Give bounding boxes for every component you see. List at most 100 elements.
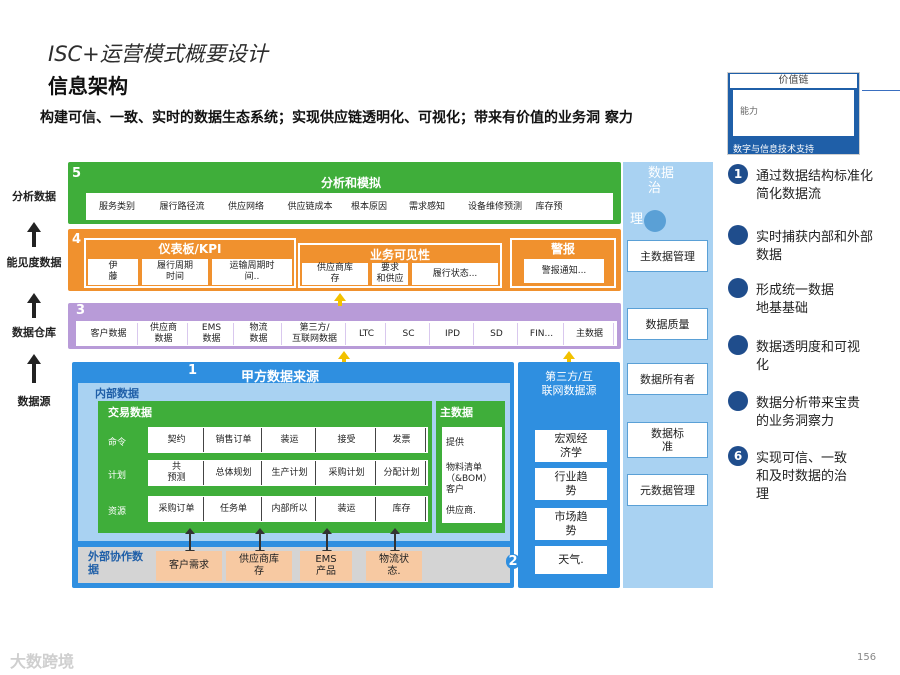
third-party-source: 行业趋 势 xyxy=(535,468,607,500)
thumbnail-inner-label: 能力 xyxy=(740,107,759,117)
benefit-number-badge xyxy=(728,278,748,298)
analysis-cell: 供应链成本 xyxy=(287,201,333,212)
internal-data-label: 内部数据 xyxy=(95,387,139,400)
data-cell: 共 预测 xyxy=(150,461,204,485)
data-cell: 任务单 xyxy=(206,497,262,521)
layer-number: 2 xyxy=(506,554,520,569)
visibility-cell: 要求 和供应 xyxy=(372,263,408,285)
external-data-item: EMS 产品 xyxy=(300,551,352,581)
side-label-source: 数据源 xyxy=(17,395,51,408)
data-cell: 总体规划 xyxy=(206,461,262,485)
alert-cell: 警报通知... xyxy=(524,259,604,283)
benefit-text: 数据分析带来宝贵 的业务洞察力 xyxy=(756,396,861,429)
governance-title-2: 理 xyxy=(630,212,644,227)
master-data-item: 供应商. xyxy=(444,502,500,520)
warehouse-cell: EMS 数据 xyxy=(190,323,234,345)
data-cell: 生产计划 xyxy=(264,461,316,485)
super-title: ISC+运营模式概要设计 xyxy=(48,42,268,66)
master-data-label: 主数据 xyxy=(440,406,473,419)
analysis-cell: 设备维修预测 xyxy=(467,201,522,212)
up-arrow-icon xyxy=(334,293,346,301)
bidirectional-arrow-icon xyxy=(185,528,195,556)
data-cell: 采购订单 xyxy=(150,497,204,521)
bidirectional-arrow-icon xyxy=(255,528,265,556)
benefit-number-badge xyxy=(728,335,748,355)
trade-data-label: 交易数据 xyxy=(108,406,152,419)
governance-dot xyxy=(644,210,666,232)
layer-title: 第三方/互 联网数据源 xyxy=(541,370,597,397)
warehouse-cell: 客户数据 xyxy=(80,323,138,345)
row-label: 计划 xyxy=(108,471,127,481)
thumbnail-divider xyxy=(862,90,900,91)
data-cell: 采购计划 xyxy=(318,461,376,485)
warehouse-cell: 物流 数据 xyxy=(236,323,282,345)
row-label: 命令 xyxy=(108,438,127,448)
external-data-item: 物流状 态. xyxy=(366,551,422,581)
master-data-item: 提供 xyxy=(444,432,500,454)
warehouse-cell: IPD xyxy=(432,323,474,345)
data-cell: 库存 xyxy=(378,497,426,521)
analysis-cell: 履行路径流 xyxy=(159,201,205,212)
layer-title: 分析和模拟 xyxy=(320,176,381,190)
layer-number: 4 xyxy=(72,232,82,247)
analysis-cell: 供应网络 xyxy=(227,201,264,212)
governance-item: 数据质量 xyxy=(627,308,708,340)
master-data-item: 物料清单 （&BOM） 客户 xyxy=(444,458,500,500)
brand-logo: 大数跨境 xyxy=(10,652,75,671)
warehouse-cell: 主数据 xyxy=(566,323,614,345)
warehouse-cell: LTC xyxy=(348,323,386,345)
visibility-title: 业务可见性 xyxy=(369,248,430,262)
kpi-title: 仪表板/KPI xyxy=(158,242,222,256)
analysis-cell: 库存预 xyxy=(535,201,563,212)
data-cell: 接受 xyxy=(318,428,376,452)
external-data-item: 供应商库 存 xyxy=(226,551,292,581)
analysis-cell: 需求感知 xyxy=(408,201,445,212)
page-title: 信息架构 xyxy=(48,74,128,98)
up-arrow-icon xyxy=(27,354,41,383)
benefit-text: 实时捕获内部和外部 数据 xyxy=(756,230,874,263)
warehouse-cell: 供应商 数据 xyxy=(140,323,188,345)
warehouse-cell: SC xyxy=(388,323,430,345)
data-cell: 发票 xyxy=(378,428,426,452)
data-cell: 装运 xyxy=(264,428,316,452)
layer-number: 5 xyxy=(72,166,82,181)
data-cell: 分配计划 xyxy=(378,461,426,485)
data-cell: 契约 xyxy=(150,428,204,452)
bidirectional-arrow-icon xyxy=(390,528,400,556)
up-arrow-icon xyxy=(563,351,575,359)
external-data-item: 客户需求 xyxy=(156,551,222,581)
kpi-cell: 运输周期时 间.. xyxy=(212,259,292,285)
governance-item: 元数据管理 xyxy=(627,474,708,506)
data-cell: 销售订单 xyxy=(206,428,262,452)
third-party-source: 市场趋 势 xyxy=(535,508,607,540)
bidirectional-arrow-icon xyxy=(322,528,332,556)
warehouse-cell: FIN... xyxy=(520,323,564,345)
data-cell: 内部所以 xyxy=(264,497,316,521)
visibility-cell: 供应商库 存 xyxy=(302,263,368,285)
third-party-source: 天气. xyxy=(535,546,607,574)
governance-title: 数据 治 xyxy=(648,166,675,196)
page-subtitle: 构建可信、一致、实时的数据生态系统；实现供应链透明化、可视化；带来有价值的业务洞… xyxy=(40,110,633,126)
benefit-number-badge xyxy=(728,391,748,411)
visibility-cell: 履行状态... xyxy=(412,263,498,285)
external-data-label: 外部协作数 据 xyxy=(88,550,143,576)
up-arrow-icon xyxy=(338,351,350,359)
data-cell: 装运 xyxy=(318,497,376,521)
governance-item: 主数据管理 xyxy=(627,240,708,272)
warehouse-cell: SD xyxy=(476,323,518,345)
side-label-visibility: 能见度数据 xyxy=(6,256,62,269)
warehouse-cell: 第三方/ 互联网数据 xyxy=(284,323,346,345)
thumbnail-top-label: 价值链 xyxy=(730,74,857,88)
analysis-cell: 根本原因 xyxy=(350,201,387,212)
third-party-source: 宏观经 济学 xyxy=(535,430,607,462)
layer-number: 3 xyxy=(76,303,86,318)
alert-title: 警报 xyxy=(550,242,575,256)
up-arrow-icon xyxy=(27,222,41,247)
governance-item: 数据标 准 xyxy=(627,422,708,458)
up-arrow-icon xyxy=(27,293,41,318)
benefit-number-badge: 1 xyxy=(728,164,748,184)
benefit-text: 形成统一数据 地基基础 xyxy=(756,283,835,316)
benefit-text: 通过数据结构标准化 简化数据流 xyxy=(756,169,874,202)
benefit-text: 数据透明度和可视 化 xyxy=(756,340,861,373)
side-label-analysis: 分析数据 xyxy=(12,190,56,203)
